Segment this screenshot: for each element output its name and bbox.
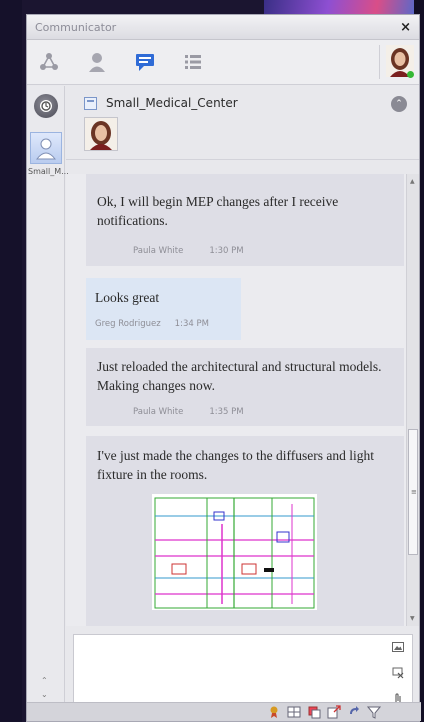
message-text: I've just made the changes to the diffus… bbox=[97, 448, 374, 482]
toolbar bbox=[27, 40, 419, 85]
chat-tab-button[interactable] bbox=[131, 48, 159, 76]
message-author: Paula White bbox=[133, 407, 184, 417]
conversation-sidebar: Small_M... ⌃ ⌄ bbox=[27, 86, 69, 706]
message-item: I've just made the changes to the diffus… bbox=[86, 436, 404, 626]
history-icon bbox=[40, 100, 52, 112]
screenshot-icon[interactable] bbox=[392, 667, 404, 679]
ribbon-icon[interactable] bbox=[267, 705, 281, 719]
conversation-tab[interactable] bbox=[30, 132, 62, 164]
message-item: Looks great Greg Rodriguez 1:34 PM bbox=[86, 278, 241, 340]
sync-icon[interactable] bbox=[347, 705, 361, 719]
image-icon[interactable] bbox=[392, 641, 404, 653]
list-tab-button[interactable] bbox=[179, 48, 207, 76]
network-icon bbox=[40, 53, 58, 70]
message-input[interactable] bbox=[74, 635, 379, 708]
message-item: Ok, I will begin MEP changes after I rec… bbox=[86, 174, 404, 266]
chat-icon bbox=[136, 54, 154, 71]
group-avatar-icon bbox=[35, 138, 57, 160]
message-scrollbar[interactable]: ▲ ≡ ▼ bbox=[406, 174, 419, 626]
participant-photo-icon bbox=[85, 118, 117, 150]
status-toolbar bbox=[27, 702, 421, 721]
message-time: 1:34 PM bbox=[174, 319, 209, 329]
conversation-title: Small_Medical_Center bbox=[106, 96, 238, 110]
conversation-panel: Small_Medical_Center ⌃ Ok, I will begin … bbox=[66, 86, 419, 709]
export-icon[interactable] bbox=[327, 705, 341, 719]
message-text: Ok, I will begin MEP changes after I rec… bbox=[97, 194, 339, 228]
conversation-header: Small_Medical_Center ⌃ bbox=[66, 86, 419, 160]
floor-plan-image[interactable] bbox=[152, 494, 317, 610]
collapse-button[interactable]: ⌃ bbox=[391, 96, 407, 112]
sidebar-scroll-arrows[interactable]: ⌃ ⌄ bbox=[41, 674, 48, 702]
title-bar: Communicator × bbox=[27, 15, 419, 40]
grid-view-icon[interactable] bbox=[287, 705, 301, 719]
desktop-background-left bbox=[0, 0, 22, 722]
message-composer bbox=[73, 634, 413, 709]
contacts-icon bbox=[89, 53, 105, 72]
close-button[interactable]: × bbox=[400, 20, 411, 35]
history-button[interactable] bbox=[34, 94, 58, 118]
conversation-tab-label: Small_M... bbox=[28, 167, 69, 176]
network-tab-button[interactable] bbox=[35, 48, 63, 76]
message-author: Greg Rodriguez bbox=[95, 319, 161, 329]
conversation-icon bbox=[84, 96, 97, 110]
scroll-down-arrow[interactable]: ▼ bbox=[410, 615, 415, 622]
share-model-icon[interactable] bbox=[307, 705, 321, 719]
online-status-indicator bbox=[407, 71, 414, 78]
contacts-tab-button[interactable] bbox=[83, 48, 111, 76]
filter-icon[interactable] bbox=[367, 705, 381, 719]
participant-avatar[interactable] bbox=[84, 117, 118, 151]
message-author: Paula White bbox=[133, 246, 184, 256]
communicator-window: Communicator × Small_M... ⌃ ⌄ Small_Medi… bbox=[26, 14, 421, 722]
scroll-thumb[interactable]: ≡ bbox=[408, 429, 418, 555]
message-time: 1:30 PM bbox=[209, 246, 244, 256]
scroll-up-arrow[interactable]: ▲ bbox=[410, 178, 415, 185]
message-text: Looks great bbox=[95, 290, 160, 305]
list-icon bbox=[185, 55, 201, 69]
message-time: 1:35 PM bbox=[209, 407, 244, 417]
my-avatar[interactable] bbox=[379, 45, 414, 79]
window-title: Communicator bbox=[35, 20, 117, 34]
message-text: Just reloaded the architectural and stru… bbox=[97, 359, 382, 393]
message-list[interactable]: Ok, I will begin MEP changes after I rec… bbox=[66, 174, 419, 626]
message-item: Just reloaded the architectural and stru… bbox=[86, 348, 404, 426]
